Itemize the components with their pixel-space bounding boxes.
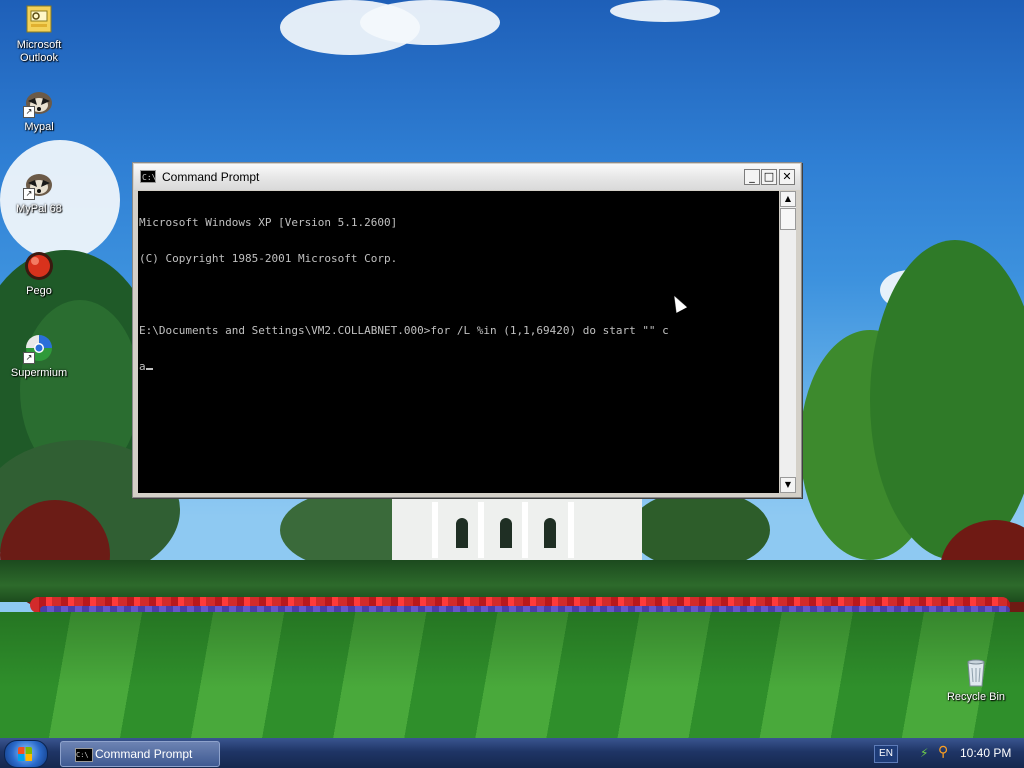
outlook-icon: [23, 4, 55, 36]
start-button[interactable]: [4, 740, 48, 768]
console-line-text: a: [139, 360, 146, 373]
search-icon[interactable]: ⚲: [938, 744, 954, 760]
desktop-icon-mypal-68[interactable]: ↗ MyPal 68: [0, 168, 78, 216]
desktop-icon-pego[interactable]: Pego: [0, 250, 78, 298]
house-column: [568, 502, 574, 558]
supermium-icon: ↗: [23, 332, 55, 364]
console-line: (C) Copyright 1985-2001 Microsoft Corp.: [139, 252, 398, 265]
desktop-icon-label: Mypal: [24, 121, 54, 133]
language-indicator[interactable]: EN: [874, 745, 898, 763]
desktop-icon-label: Microsoft Outlook: [16, 39, 62, 64]
tree: [630, 490, 770, 570]
desktop-icon-mypal[interactable]: ↗ Mypal: [0, 86, 78, 134]
shortcut-arrow-icon: ↗: [23, 188, 35, 200]
shortcut-arrow-icon: ↗: [23, 352, 35, 364]
red-orb-icon: [23, 250, 55, 282]
window-titlebar[interactable]: C:\ Command Prompt _ □ ✕: [134, 164, 800, 190]
system-tray: EN ⚡ ⚲ 10:40 PM: [868, 738, 1024, 768]
taskbar-item-label: Command Prompt: [95, 747, 193, 761]
desktop-icon-label: MyPal 68: [16, 203, 62, 215]
window-title: Command Prompt: [162, 170, 260, 184]
desktop-icon-supermium[interactable]: ↗ Supermium: [0, 332, 78, 380]
taskbar: C:\ Command Prompt EN ⚡ ⚲ 10:40 PM: [0, 738, 1024, 768]
shortcut-arrow-icon: ↗: [23, 106, 35, 118]
console-line: Microsoft Windows XP [Version 5.1.2600]: [139, 216, 398, 229]
house-column: [522, 502, 528, 558]
clock[interactable]: 10:40 PM: [960, 746, 1011, 760]
house-door: [456, 518, 468, 548]
scroll-up-button[interactable]: ▲: [780, 191, 796, 207]
console-line-current: a: [139, 361, 779, 373]
network-icon[interactable]: ⚡: [920, 746, 934, 760]
scroll-down-button[interactable]: ▼: [780, 477, 796, 493]
desktop-icon-recycle-bin[interactable]: Recycle Bin: [937, 656, 1015, 704]
close-button[interactable]: ✕: [779, 169, 795, 185]
windows-logo-icon-lower: [18, 754, 32, 761]
text-cursor: [145, 368, 153, 370]
taskbar-item-command-prompt[interactable]: C:\ Command Prompt: [60, 741, 220, 767]
cloud: [360, 0, 500, 45]
desktop-icon-outlook[interactable]: Microsoft Outlook: [0, 4, 78, 65]
house-column: [478, 502, 484, 558]
console-line: E:\Documents and Settings\VM2.COLLABNET.…: [139, 324, 669, 337]
raccoon-icon: ↗: [23, 168, 55, 200]
house-door: [544, 518, 556, 548]
hedge: [0, 560, 1024, 602]
house-door: [500, 518, 512, 548]
scroll-thumb[interactable]: [780, 208, 796, 230]
white-house: [392, 496, 642, 562]
house-column: [432, 502, 438, 558]
maximize-button[interactable]: □: [761, 169, 777, 185]
desktop-icon-label: Recycle Bin: [946, 691, 1006, 703]
console-output[interactable]: Microsoft Windows XP [Version 5.1.2600] …: [138, 191, 779, 493]
minimize-button[interactable]: _: [744, 169, 760, 185]
cloud: [610, 0, 720, 22]
desktop-icon-label: Supermium: [10, 367, 68, 379]
lawn-shade: [0, 612, 1024, 738]
cmd-icon[interactable]: C:\: [140, 170, 156, 183]
cmd-icon: C:\: [75, 748, 93, 762]
recycle-bin-icon: [960, 656, 992, 688]
command-prompt-window[interactable]: C:\ Command Prompt _ □ ✕ Microsoft Windo…: [132, 162, 802, 498]
raccoon-icon: ↗: [23, 86, 55, 118]
vertical-scrollbar[interactable]: ▲ ▼: [780, 191, 796, 493]
desktop-icon-label: Pego: [26, 285, 52, 297]
